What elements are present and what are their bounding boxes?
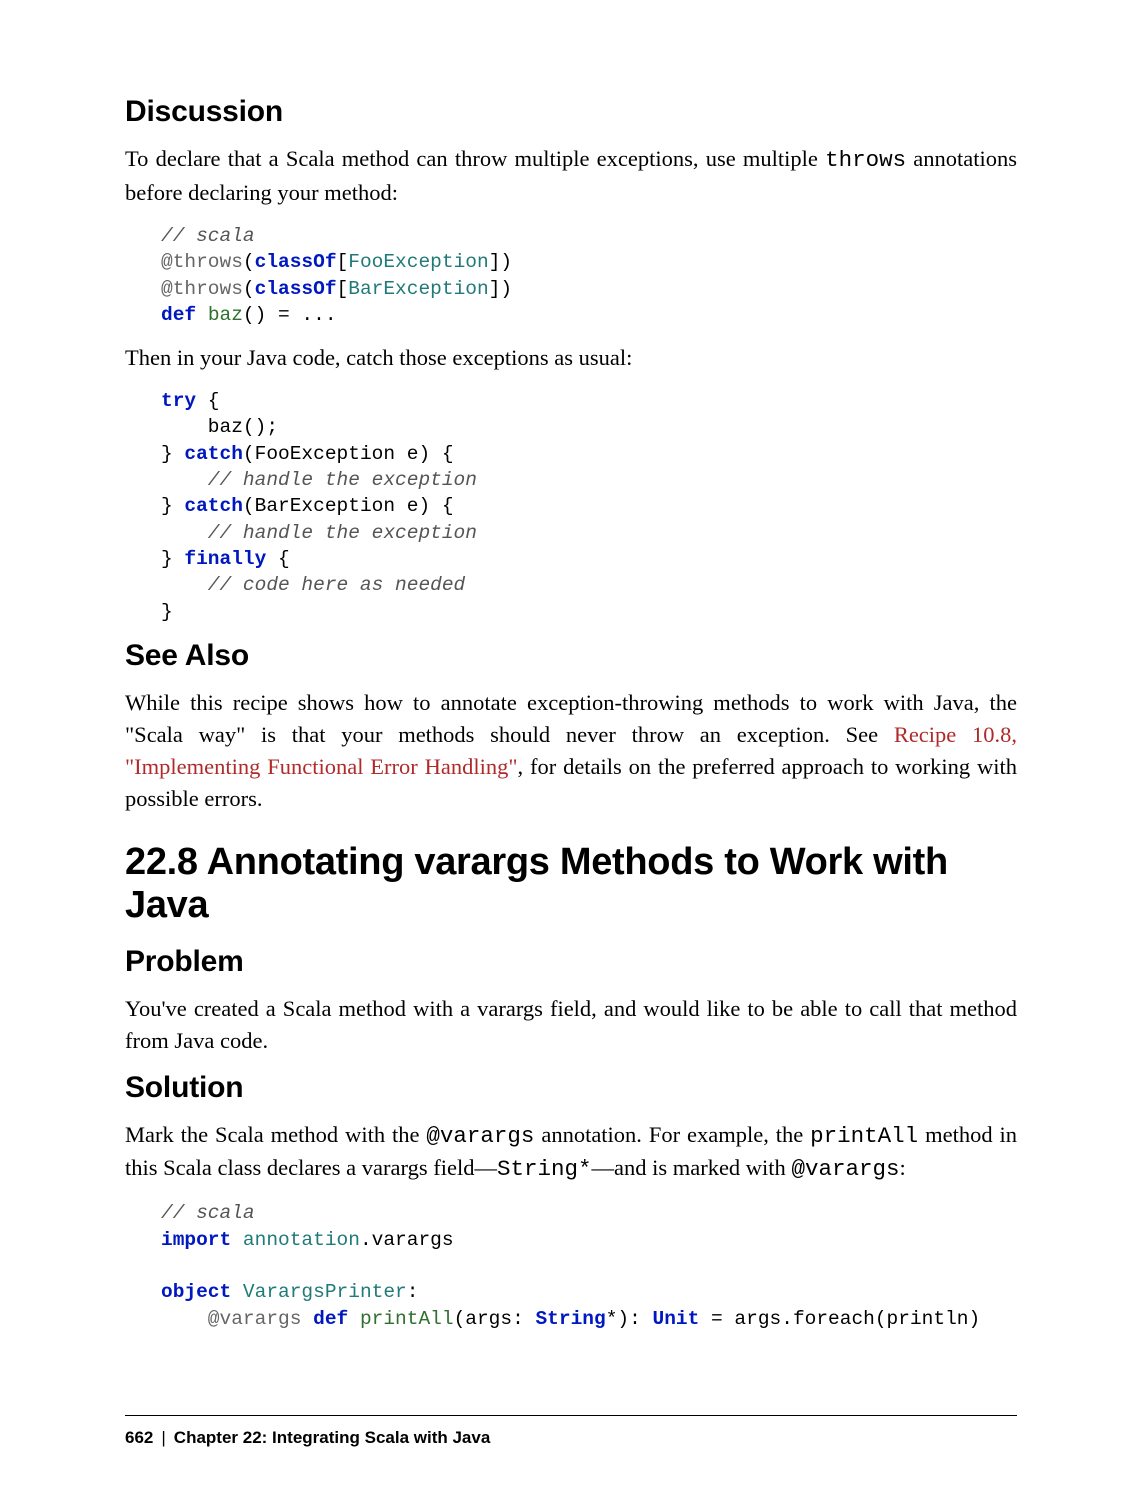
code-text: (BarException e) { xyxy=(243,495,454,517)
paragraph: Mark the Scala method with the @varargs … xyxy=(125,1119,1017,1187)
page: Discussion To declare that a Scala metho… xyxy=(0,0,1142,1500)
code-text: ( xyxy=(243,251,255,273)
code-type: annotation xyxy=(243,1229,360,1251)
heading-see-also: See Also xyxy=(125,639,1017,673)
code-annotation: @varargs xyxy=(161,1308,313,1330)
code-text: = args.foreach(println) xyxy=(699,1308,980,1330)
code-comment: // handle the exception xyxy=(161,522,477,544)
code-block-scala-throws: // scala @throws(classOf[FooException]) … xyxy=(161,223,1017,328)
paragraph: While this recipe shows how to annotate … xyxy=(125,687,1017,815)
chapter-title: Chapter 22: Integrating Scala with Java xyxy=(174,1428,490,1447)
heading-problem: Problem xyxy=(125,945,1017,979)
code-text: (FooException e) { xyxy=(243,443,454,465)
text: annotation. For example, the xyxy=(534,1122,810,1147)
code-text: .varargs xyxy=(360,1229,454,1251)
text: —and is marked with xyxy=(591,1155,791,1180)
code-keyword: classOf xyxy=(255,278,337,300)
text: To declare that a Scala method can throw… xyxy=(125,146,825,171)
heading-recipe-title: 22.8 Annotating varargs Methods to Work … xyxy=(125,841,1017,927)
footer-separator: | xyxy=(153,1428,173,1447)
code-keyword: String xyxy=(535,1308,605,1330)
code-text: ]) xyxy=(489,251,512,273)
code-annotation: @throws xyxy=(161,251,243,273)
code-keyword: finally xyxy=(184,548,266,570)
code-text: } xyxy=(161,548,184,570)
code-comment: // handle the exception xyxy=(161,469,477,491)
code-text: (args: xyxy=(454,1308,536,1330)
text: While this recipe shows how to annotate … xyxy=(125,690,1017,747)
page-footer: 662|Chapter 22: Integrating Scala with J… xyxy=(125,1428,490,1448)
code-keyword: object xyxy=(161,1281,231,1303)
inline-code: String* xyxy=(497,1156,592,1182)
heading-solution: Solution xyxy=(125,1071,1017,1105)
code-keyword: Unit xyxy=(653,1308,700,1330)
code-text xyxy=(231,1229,243,1251)
code-block-scala-varargs: // scala import annotation.varargs objec… xyxy=(161,1200,1017,1332)
code-type: BarException xyxy=(348,278,488,300)
code-comment: // scala xyxy=(161,1202,255,1224)
code-text: : xyxy=(407,1281,419,1303)
code-type: VarargsPrinter xyxy=(243,1281,407,1303)
code-text: ( xyxy=(243,278,255,300)
code-keyword: catch xyxy=(184,495,243,517)
paragraph: You've created a Scala method with a var… xyxy=(125,993,1017,1057)
code-text: { xyxy=(196,390,219,412)
code-text: baz(); xyxy=(161,416,278,438)
code-keyword: import xyxy=(161,1229,231,1251)
code-text: [ xyxy=(337,278,349,300)
code-keyword: catch xyxy=(184,443,243,465)
code-text: { xyxy=(266,548,289,570)
heading-discussion: Discussion xyxy=(125,95,1017,129)
paragraph: Then in your Java code, catch those exce… xyxy=(125,342,1017,374)
code-text: () = ... xyxy=(243,304,337,326)
inline-code: throws xyxy=(825,147,906,173)
code-function: printAll xyxy=(360,1308,454,1330)
code-type: FooException xyxy=(348,251,488,273)
footer-rule xyxy=(125,1415,1017,1416)
text: : xyxy=(899,1155,905,1180)
code-comment: // scala xyxy=(161,225,255,247)
code-text: } xyxy=(161,601,173,623)
code-text: } xyxy=(161,443,184,465)
inline-code: @varargs xyxy=(791,1156,899,1182)
code-keyword: classOf xyxy=(255,251,337,273)
code-text xyxy=(348,1308,360,1330)
code-text xyxy=(231,1281,243,1303)
code-text: [ xyxy=(337,251,349,273)
code-text xyxy=(196,304,208,326)
code-text: *): xyxy=(606,1308,653,1330)
code-block-java-trycatch: try { baz(); } catch(FooException e) { /… xyxy=(161,388,1017,625)
code-text: } xyxy=(161,495,184,517)
inline-code: printAll xyxy=(810,1123,918,1149)
code-keyword: def xyxy=(161,304,196,326)
paragraph: To declare that a Scala method can throw… xyxy=(125,143,1017,209)
code-function: baz xyxy=(208,304,243,326)
code-keyword: def xyxy=(313,1308,348,1330)
text: Mark the Scala method with the xyxy=(125,1122,426,1147)
code-comment: // code here as needed xyxy=(161,574,465,596)
page-number: 662 xyxy=(125,1428,153,1447)
code-keyword: try xyxy=(161,390,196,412)
code-text: ]) xyxy=(489,278,512,300)
code-annotation: @throws xyxy=(161,278,243,300)
inline-code: @varargs xyxy=(426,1123,534,1149)
